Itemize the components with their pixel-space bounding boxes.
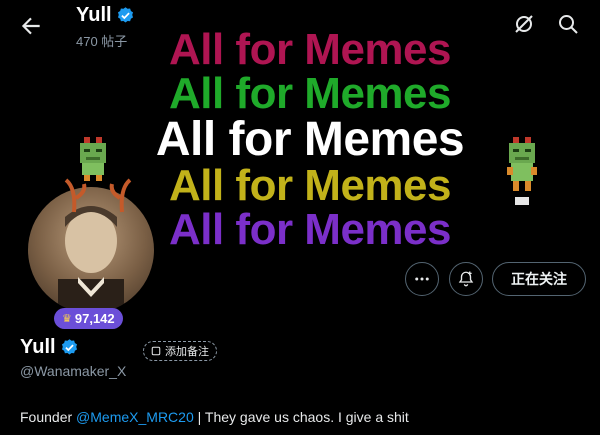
note-icon <box>151 346 161 356</box>
header-title-text: Yull <box>76 4 112 26</box>
bell-plus-icon <box>458 271 474 287</box>
banner-line-2: All for Memes <box>168 69 452 118</box>
bio-prefix: Founder <box>20 409 77 425</box>
banner-line-4: All for Memes <box>168 161 452 210</box>
right-frog-sprite <box>507 137 537 205</box>
crown-icon: ♛ <box>62 313 72 325</box>
no-notification-icon[interactable] <box>512 12 536 36</box>
verified-icon <box>61 339 77 355</box>
banner-text-stack: All for Memes All for Memes All for Meme… <box>145 28 475 254</box>
profile-name: Yull <box>20 336 79 359</box>
profile-handle: @Wanamaker_X <box>20 363 127 379</box>
bio-suffix: | They gave us chaos. I give a shit <box>193 409 409 425</box>
profile-avatar[interactable] <box>24 178 158 317</box>
back-arrow-icon[interactable] <box>18 13 44 39</box>
more-dots-icon <box>415 277 429 281</box>
badge-value: 97,142 <box>74 311 115 326</box>
verified-icon <box>117 7 133 23</box>
profile-bio: Founder @MemeX_MRC20 | They gave us chao… <box>20 409 409 425</box>
add-note-label: 添加备注 <box>165 346 209 358</box>
banner-line-5: All for Memes <box>168 205 452 254</box>
post-count: 470 帖子 <box>76 34 128 49</box>
top-bar: Yull 470 帖子 <box>0 0 600 52</box>
header-title-block: Yull 470 帖子 <box>76 4 135 50</box>
profile-name-text: Yull <box>20 336 56 358</box>
banner-line-3: All for Memes <box>155 113 465 166</box>
antler-ears-decoration <box>64 178 132 213</box>
notifications-button[interactable] <box>449 262 483 296</box>
add-note-button[interactable]: 添加备注 <box>143 341 217 361</box>
more-options-button[interactable] <box>405 262 439 296</box>
following-button[interactable]: 正在关注 <box>492 262 586 296</box>
search-icon[interactable] <box>556 12 580 36</box>
header-title: Yull <box>76 4 135 27</box>
follower-badge[interactable]: ♛ 97,142 <box>54 308 123 329</box>
left-frog-sprite <box>80 137 106 181</box>
bio-mention-link[interactable]: @MemeX_MRC20 <box>76 409 194 425</box>
